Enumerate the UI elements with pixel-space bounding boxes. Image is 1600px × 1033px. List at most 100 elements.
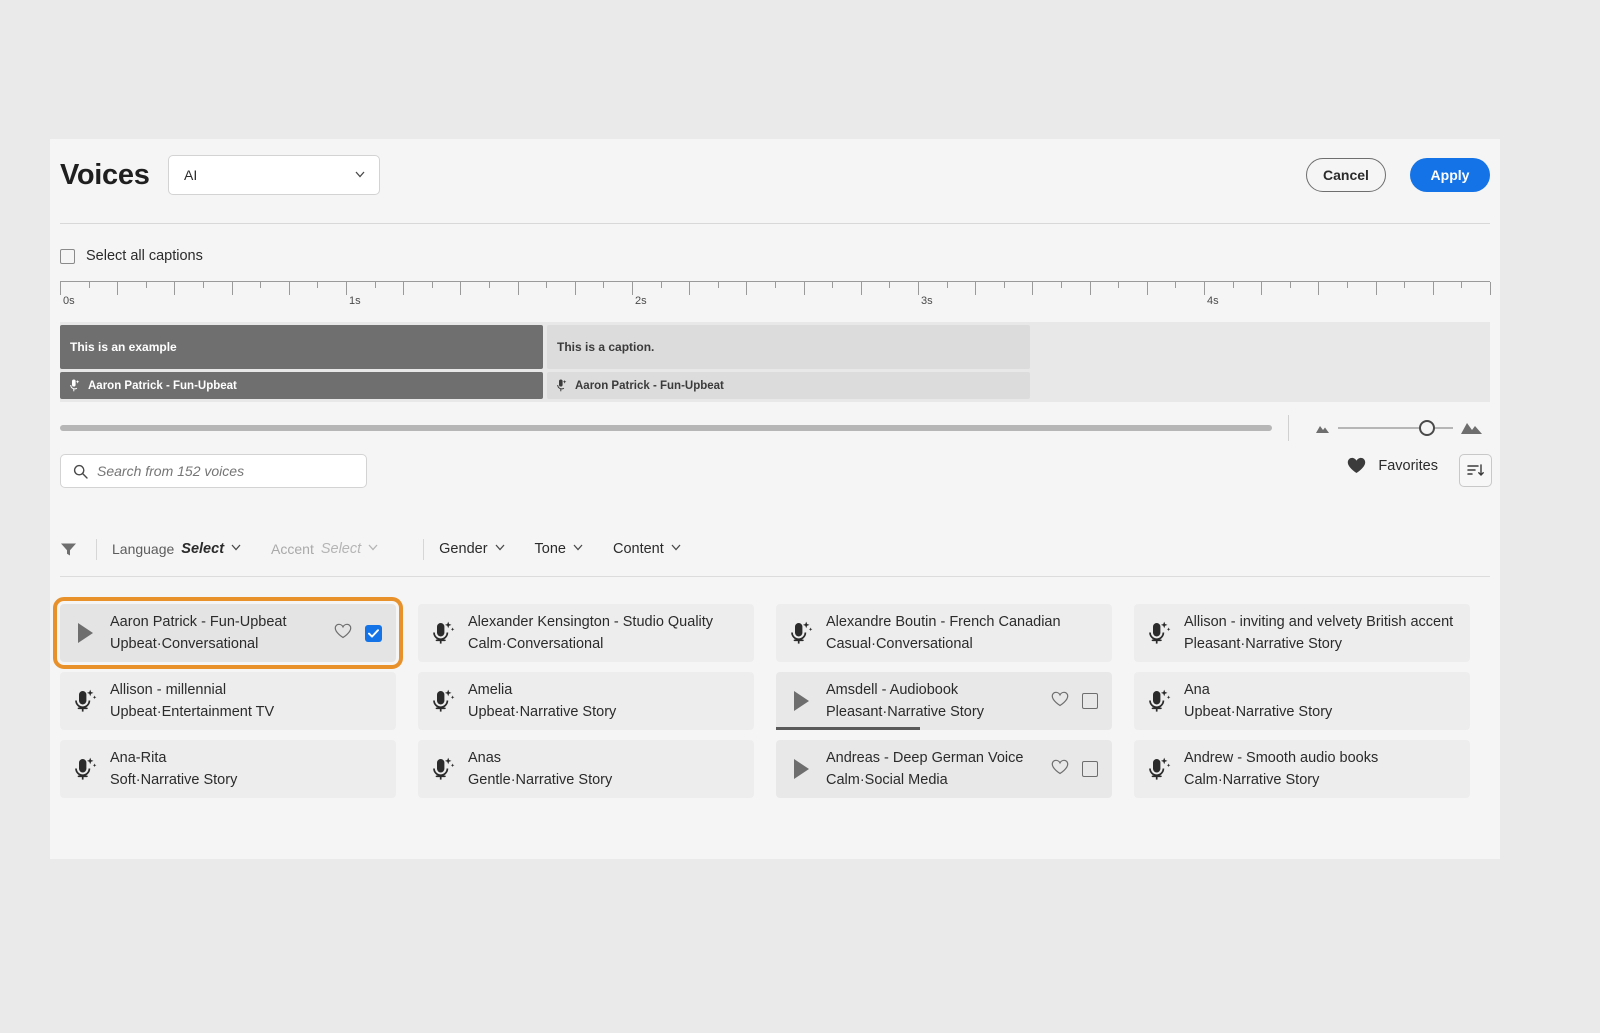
voice-card[interactable]: Amsdell - Audiobook Pleasant·Narrative St… <box>776 672 1112 730</box>
voice-name: Aaron Patrick - Fun-Upbeat <box>110 613 287 630</box>
voice-card[interactable]: Allison - inviting and velvety British a… <box>1134 604 1470 662</box>
caption-track[interactable]: This is an example Aaron Patrick - Fun-Up… <box>60 322 1490 402</box>
cancel-button[interactable]: Cancel <box>1306 158 1386 192</box>
favorites-button[interactable]: Favorites <box>1347 457 1438 474</box>
ruler-label: 2s <box>635 295 647 307</box>
ruler-tick-minor <box>1232 282 1234 288</box>
timeline-zoom-control[interactable] <box>1308 416 1490 440</box>
ruler-tick-minor <box>1289 282 1291 288</box>
voice-card[interactable]: Andreas - Deep German Voice Calm·Social M… <box>776 740 1112 798</box>
ruler-tick-minor <box>374 282 376 288</box>
play-button[interactable] <box>776 758 826 780</box>
voice-mode-select[interactable]: AI <box>168 155 380 195</box>
voice-name: Ana <box>1184 681 1210 698</box>
filter-content[interactable]: Content <box>613 541 681 557</box>
ruler-tick-minor <box>1118 282 1120 288</box>
heart-outline-icon[interactable] <box>1051 691 1069 707</box>
voice-card-text: Allison - millennial Upbeat·Entertainment… <box>110 679 396 724</box>
playback-progress-bar[interactable] <box>776 727 1112 730</box>
ruler-tick-major <box>1261 282 1263 295</box>
voice-name: Allison - millennial <box>110 681 227 698</box>
sort-button[interactable] <box>1459 454 1492 487</box>
caption-clip-text[interactable]: This is a caption. <box>547 325 1030 369</box>
zoom-slider-handle[interactable] <box>1419 420 1435 436</box>
select-all-label: Select all captions <box>86 248 203 264</box>
play-button[interactable] <box>60 622 110 644</box>
zoom-divider <box>1288 415 1289 441</box>
voice-meta: Upbeat·Narrative Story <box>468 704 617 720</box>
filter-language[interactable]: Language Select <box>112 541 241 557</box>
page-title: Voices <box>60 159 150 191</box>
favorite-toggle[interactable] <box>1051 759 1069 780</box>
voice-meta: Upbeat·Narrative Story <box>1184 704 1333 720</box>
caption-clip[interactable]: This is an example Aaron Patrick - Fun-Up… <box>60 325 543 399</box>
caption-clip-voice[interactable]: Aaron Patrick - Fun-Upbeat <box>60 372 543 399</box>
filter-gender[interactable]: Gender <box>439 541 505 557</box>
play-icon[interactable] <box>76 622 95 644</box>
heart-outline-icon[interactable] <box>1051 759 1069 775</box>
voice-card-text: Aaron Patrick - Fun-Upbeat Upbeat·Convers… <box>110 611 334 656</box>
voice-meta: Gentle·Narrative Story <box>468 772 613 788</box>
voice-card[interactable]: Ana-Rita Soft·Narrative Story <box>60 740 396 798</box>
caption-clip-text[interactable]: This is an example <box>60 325 543 369</box>
caption-clip-voice-label: Aaron Patrick - Fun-Upbeat <box>575 379 724 392</box>
ruler-label: 4s <box>1207 295 1219 307</box>
apply-button[interactable]: Apply <box>1410 158 1490 192</box>
voice-card[interactable]: Amelia Upbeat·Narrative Story <box>418 672 754 730</box>
timeline-ruler[interactable]: 0s 1s 2s 3s 4s <box>60 281 1491 309</box>
ruler-label: 1s <box>349 295 361 307</box>
zoom-in-icon[interactable] <box>1460 420 1484 435</box>
voice-card[interactable]: Ana Upbeat·Narrative Story <box>1134 672 1470 730</box>
voice-card-text: Anas Gentle·Narrative Story <box>468 747 754 792</box>
ruler-tick-major <box>1375 282 1377 295</box>
ruler-tick-minor <box>946 282 948 288</box>
ruler-tick-major <box>918 282 919 295</box>
voice-meta: Calm·Social Media <box>826 772 948 788</box>
voice-select-checkbox[interactable] <box>1082 761 1098 777</box>
zoom-slider-track[interactable] <box>1338 427 1453 429</box>
voice-card-text: Ana-Rita Soft·Narrative Story <box>110 747 396 792</box>
ruler-tick-minor <box>775 282 776 288</box>
voice-select-checkbox[interactable] <box>365 624 382 642</box>
voice-card[interactable]: Andrew - Smooth audio books Calm·Narrativ… <box>1134 740 1470 798</box>
ruler-tick-major <box>746 282 748 295</box>
play-icon[interactable] <box>792 758 811 780</box>
voice-card[interactable]: Aaron Patrick - Fun-Upbeat Upbeat·Convers… <box>53 597 403 669</box>
voice-type-icon <box>418 689 468 714</box>
caption-clip[interactable]: This is a caption. Aaron Patrick - Fun-Up… <box>547 325 1030 399</box>
favorite-toggle[interactable] <box>334 623 352 644</box>
search-box[interactable] <box>60 454 367 488</box>
timeline-scrollbar[interactable] <box>60 425 1272 431</box>
select-all-captions[interactable]: Select all captions <box>60 248 203 264</box>
search-input[interactable] <box>97 463 337 479</box>
play-icon[interactable] <box>792 690 811 712</box>
caption-clip-voice[interactable]: Aaron Patrick - Fun-Upbeat <box>547 372 1030 399</box>
filter-tone[interactable]: Tone <box>535 541 583 557</box>
voice-type-icon <box>418 621 468 646</box>
play-button[interactable] <box>776 690 826 712</box>
favorite-toggle[interactable] <box>1051 691 1069 712</box>
voice-card[interactable]: Allison - millennial Upbeat·Entertainment… <box>60 672 396 730</box>
filter-icon[interactable] <box>60 542 77 557</box>
voice-card[interactable]: Anas Gentle·Narrative Story <box>418 740 754 798</box>
filter-bar: Language Select Accent Select Gender Ton… <box>60 529 1490 569</box>
zoom-out-icon[interactable] <box>1314 422 1332 434</box>
voice-card-text: Alexander Kensington - Studio Quality Cal… <box>468 611 754 656</box>
voice-select-checkbox[interactable] <box>1082 693 1098 709</box>
ai-mic-icon <box>790 621 812 644</box>
ruler-label: 0s <box>63 295 75 307</box>
filter-accent[interactable]: Accent Select <box>271 541 378 557</box>
filter-language-key: Language <box>112 541 175 557</box>
ai-mic-icon <box>1148 757 1170 780</box>
heart-outline-icon[interactable] <box>334 623 352 639</box>
filter-accent-key: Accent <box>271 541 314 557</box>
voice-card[interactable]: Alexandre Boutin - French Canadian Casual… <box>776 604 1112 662</box>
chevron-down-icon <box>355 171 365 178</box>
ai-mic-icon <box>1148 621 1170 644</box>
voice-card-text: Amelia Upbeat·Narrative Story <box>468 679 754 724</box>
ai-mic-icon <box>432 689 454 712</box>
select-all-checkbox[interactable] <box>60 248 75 264</box>
voice-card[interactable]: Alexander Kensington - Studio Quality Cal… <box>418 604 754 662</box>
ruler-tick-major <box>346 282 347 295</box>
filter-divider-1 <box>96 538 97 560</box>
